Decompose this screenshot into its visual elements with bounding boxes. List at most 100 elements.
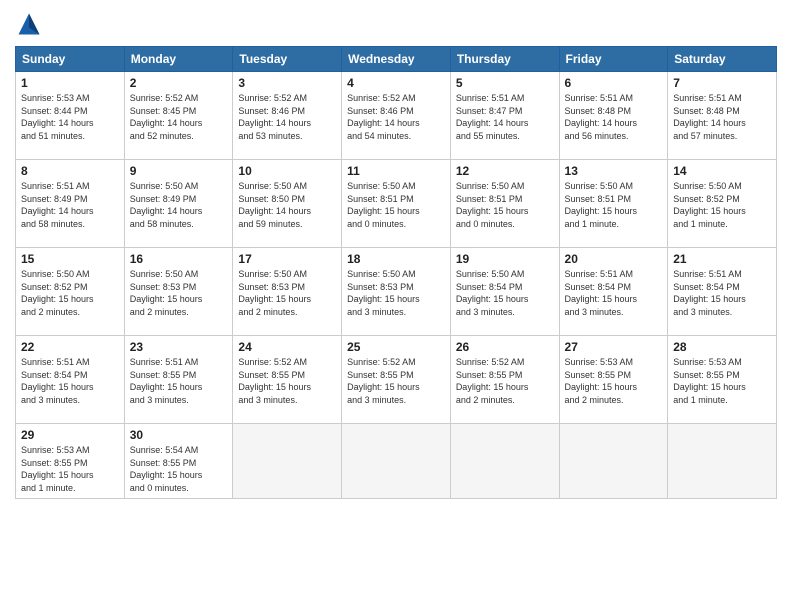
day-info: Sunrise: 5:52 AMSunset: 8:46 PMDaylight:…: [347, 92, 445, 142]
day-info: Sunrise: 5:50 AMSunset: 8:52 PMDaylight:…: [673, 180, 771, 230]
logo-icon: [15, 10, 43, 38]
day-info: Sunrise: 5:51 AMSunset: 8:54 PMDaylight:…: [21, 356, 119, 406]
day-number: 24: [238, 340, 336, 354]
day-info: Sunrise: 5:50 AMSunset: 8:51 PMDaylight:…: [347, 180, 445, 230]
day-info: Sunrise: 5:50 AMSunset: 8:54 PMDaylight:…: [456, 268, 554, 318]
calendar-cell: [668, 424, 777, 499]
day-number: 8: [21, 164, 119, 178]
calendar-cell: 23 Sunrise: 5:51 AMSunset: 8:55 PMDaylig…: [124, 336, 233, 424]
calendar-cell: 16 Sunrise: 5:50 AMSunset: 8:53 PMDaylig…: [124, 248, 233, 336]
calendar-cell: 13 Sunrise: 5:50 AMSunset: 8:51 PMDaylig…: [559, 160, 668, 248]
logo: [15, 10, 47, 38]
day-number: 20: [565, 252, 663, 266]
calendar-cell: [559, 424, 668, 499]
day-info: Sunrise: 5:53 AMSunset: 8:44 PMDaylight:…: [21, 92, 119, 142]
day-number: 7: [673, 76, 771, 90]
day-number: 14: [673, 164, 771, 178]
day-number: 29: [21, 428, 119, 442]
day-number: 19: [456, 252, 554, 266]
calendar-cell: 19 Sunrise: 5:50 AMSunset: 8:54 PMDaylig…: [450, 248, 559, 336]
calendar-cell: 5 Sunrise: 5:51 AMSunset: 8:47 PMDayligh…: [450, 72, 559, 160]
calendar-cell: [342, 424, 451, 499]
day-number: 30: [130, 428, 228, 442]
calendar-week-row: 29 Sunrise: 5:53 AMSunset: 8:55 PMDaylig…: [16, 424, 777, 499]
day-number: 9: [130, 164, 228, 178]
calendar-week-row: 8 Sunrise: 5:51 AMSunset: 8:49 PMDayligh…: [16, 160, 777, 248]
day-info: Sunrise: 5:51 AMSunset: 8:55 PMDaylight:…: [130, 356, 228, 406]
calendar-cell: 7 Sunrise: 5:51 AMSunset: 8:48 PMDayligh…: [668, 72, 777, 160]
calendar-cell: 26 Sunrise: 5:52 AMSunset: 8:55 PMDaylig…: [450, 336, 559, 424]
calendar-page: SundayMondayTuesdayWednesdayThursdayFrid…: [0, 0, 792, 612]
calendar-cell: 21 Sunrise: 5:51 AMSunset: 8:54 PMDaylig…: [668, 248, 777, 336]
day-info: Sunrise: 5:51 AMSunset: 8:48 PMDaylight:…: [565, 92, 663, 142]
calendar-cell: 12 Sunrise: 5:50 AMSunset: 8:51 PMDaylig…: [450, 160, 559, 248]
calendar-table: SundayMondayTuesdayWednesdayThursdayFrid…: [15, 46, 777, 499]
day-info: Sunrise: 5:52 AMSunset: 8:45 PMDaylight:…: [130, 92, 228, 142]
day-info: Sunrise: 5:54 AMSunset: 8:55 PMDaylight:…: [130, 444, 228, 494]
calendar-cell: 3 Sunrise: 5:52 AMSunset: 8:46 PMDayligh…: [233, 72, 342, 160]
calendar-cell: 11 Sunrise: 5:50 AMSunset: 8:51 PMDaylig…: [342, 160, 451, 248]
day-info: Sunrise: 5:50 AMSunset: 8:53 PMDaylight:…: [347, 268, 445, 318]
calendar-cell: 25 Sunrise: 5:52 AMSunset: 8:55 PMDaylig…: [342, 336, 451, 424]
day-number: 18: [347, 252, 445, 266]
calendar-cell: 18 Sunrise: 5:50 AMSunset: 8:53 PMDaylig…: [342, 248, 451, 336]
day-number: 10: [238, 164, 336, 178]
day-number: 15: [21, 252, 119, 266]
day-info: Sunrise: 5:52 AMSunset: 8:55 PMDaylight:…: [238, 356, 336, 406]
calendar-cell: 2 Sunrise: 5:52 AMSunset: 8:45 PMDayligh…: [124, 72, 233, 160]
calendar-week-row: 15 Sunrise: 5:50 AMSunset: 8:52 PMDaylig…: [16, 248, 777, 336]
weekday-header: Thursday: [450, 47, 559, 72]
calendar-cell: 9 Sunrise: 5:50 AMSunset: 8:49 PMDayligh…: [124, 160, 233, 248]
calendar-cell: 6 Sunrise: 5:51 AMSunset: 8:48 PMDayligh…: [559, 72, 668, 160]
day-info: Sunrise: 5:53 AMSunset: 8:55 PMDaylight:…: [565, 356, 663, 406]
day-number: 22: [21, 340, 119, 354]
day-number: 28: [673, 340, 771, 354]
day-number: 16: [130, 252, 228, 266]
day-info: Sunrise: 5:50 AMSunset: 8:52 PMDaylight:…: [21, 268, 119, 318]
day-number: 12: [456, 164, 554, 178]
page-header: [15, 10, 777, 38]
calendar-cell: [233, 424, 342, 499]
day-info: Sunrise: 5:50 AMSunset: 8:50 PMDaylight:…: [238, 180, 336, 230]
day-number: 11: [347, 164, 445, 178]
day-number: 21: [673, 252, 771, 266]
day-number: 25: [347, 340, 445, 354]
day-number: 27: [565, 340, 663, 354]
calendar-week-row: 22 Sunrise: 5:51 AMSunset: 8:54 PMDaylig…: [16, 336, 777, 424]
day-number: 6: [565, 76, 663, 90]
day-number: 26: [456, 340, 554, 354]
calendar-cell: 20 Sunrise: 5:51 AMSunset: 8:54 PMDaylig…: [559, 248, 668, 336]
day-number: 2: [130, 76, 228, 90]
day-number: 5: [456, 76, 554, 90]
weekday-header: Tuesday: [233, 47, 342, 72]
day-info: Sunrise: 5:53 AMSunset: 8:55 PMDaylight:…: [21, 444, 119, 494]
calendar-cell: 4 Sunrise: 5:52 AMSunset: 8:46 PMDayligh…: [342, 72, 451, 160]
day-number: 3: [238, 76, 336, 90]
calendar-cell: 27 Sunrise: 5:53 AMSunset: 8:55 PMDaylig…: [559, 336, 668, 424]
weekday-header-row: SundayMondayTuesdayWednesdayThursdayFrid…: [16, 47, 777, 72]
day-info: Sunrise: 5:50 AMSunset: 8:53 PMDaylight:…: [238, 268, 336, 318]
calendar-cell: 22 Sunrise: 5:51 AMSunset: 8:54 PMDaylig…: [16, 336, 125, 424]
day-number: 23: [130, 340, 228, 354]
weekday-header: Saturday: [668, 47, 777, 72]
calendar-cell: 15 Sunrise: 5:50 AMSunset: 8:52 PMDaylig…: [16, 248, 125, 336]
calendar-cell: 30 Sunrise: 5:54 AMSunset: 8:55 PMDaylig…: [124, 424, 233, 499]
weekday-header: Wednesday: [342, 47, 451, 72]
day-info: Sunrise: 5:53 AMSunset: 8:55 PMDaylight:…: [673, 356, 771, 406]
calendar-cell: 10 Sunrise: 5:50 AMSunset: 8:50 PMDaylig…: [233, 160, 342, 248]
weekday-header: Friday: [559, 47, 668, 72]
day-info: Sunrise: 5:52 AMSunset: 8:55 PMDaylight:…: [347, 356, 445, 406]
day-info: Sunrise: 5:51 AMSunset: 8:49 PMDaylight:…: [21, 180, 119, 230]
day-info: Sunrise: 5:52 AMSunset: 8:46 PMDaylight:…: [238, 92, 336, 142]
day-info: Sunrise: 5:50 AMSunset: 8:51 PMDaylight:…: [456, 180, 554, 230]
calendar-cell: 28 Sunrise: 5:53 AMSunset: 8:55 PMDaylig…: [668, 336, 777, 424]
calendar-cell: 1 Sunrise: 5:53 AMSunset: 8:44 PMDayligh…: [16, 72, 125, 160]
day-number: 1: [21, 76, 119, 90]
day-info: Sunrise: 5:51 AMSunset: 8:48 PMDaylight:…: [673, 92, 771, 142]
day-info: Sunrise: 5:51 AMSunset: 8:47 PMDaylight:…: [456, 92, 554, 142]
day-number: 13: [565, 164, 663, 178]
day-info: Sunrise: 5:52 AMSunset: 8:55 PMDaylight:…: [456, 356, 554, 406]
weekday-header: Monday: [124, 47, 233, 72]
calendar-cell: [450, 424, 559, 499]
day-info: Sunrise: 5:50 AMSunset: 8:49 PMDaylight:…: [130, 180, 228, 230]
